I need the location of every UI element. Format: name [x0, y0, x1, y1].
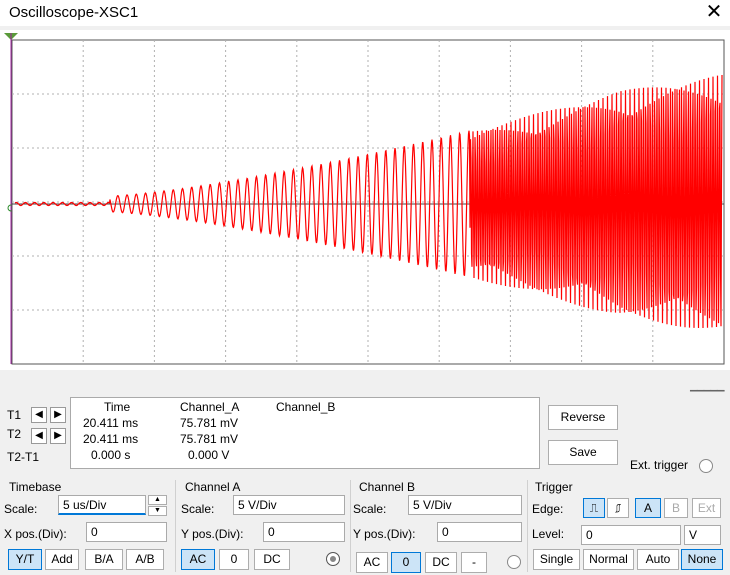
channel-a-ac-button[interactable]: AC [181, 549, 215, 570]
channel-a-scale-input[interactable]: 5 V/Div [233, 495, 345, 515]
timebase-scale-down-icon[interactable]: ▼ [148, 506, 167, 516]
t2-channel-a: 75.781 mV [180, 432, 239, 446]
t1-right-arrow-icon[interactable]: ▶ [50, 407, 66, 423]
t1-time: 20.411 ms [83, 416, 139, 430]
channel-a-zero-button[interactable]: 0 [219, 549, 249, 570]
header-channel-a: Channel_A [180, 400, 240, 414]
save-button[interactable]: Save [548, 440, 618, 465]
channel-b-scale-label: Scale: [353, 502, 387, 516]
ext-trigger-terminal[interactable] [699, 459, 713, 473]
mode-ba-button[interactable]: B/A [85, 549, 123, 570]
trigger-level-label: Level: [532, 527, 565, 541]
scope-display [4, 33, 725, 365]
channel-b-scale-input[interactable]: 5 V/Div [408, 495, 522, 515]
trigger-source-a-button[interactable]: A [635, 498, 661, 518]
trigger-edge-label: Edge: [532, 502, 564, 516]
t1-label: T1 [7, 408, 22, 422]
timebase-scale-label: Scale: [4, 502, 38, 516]
t2-left-arrow-icon[interactable]: ◀ [31, 428, 47, 444]
reverse-button[interactable]: Reverse [548, 405, 618, 430]
mode-yt-button[interactable]: Y/T [8, 549, 42, 570]
timebase-title: Timebase [9, 480, 62, 494]
timebase-scale-up-icon[interactable]: ▲ [148, 495, 167, 505]
header-time: Time [104, 400, 131, 414]
t2-t1-label: T2-T1 [7, 450, 40, 464]
trigger-level-input[interactable]: 0 [581, 525, 681, 545]
trigger-none-button[interactable]: None [681, 549, 723, 570]
t1-left-arrow-icon[interactable]: ◀ [31, 407, 47, 423]
channel-b-negative-button[interactable]: - [461, 552, 487, 573]
channel-b-ypos-input[interactable]: 0 [437, 522, 522, 542]
t2-time: 20.411 ms [83, 432, 139, 446]
trigger-source-b-button[interactable]: B [664, 498, 688, 518]
channel-a-ypos-input[interactable]: 0 [263, 522, 345, 542]
channel-a-scale-label: Scale: [181, 502, 215, 516]
channel-b-terminal[interactable] [507, 555, 521, 569]
channel-b-dc-button[interactable]: DC [425, 552, 457, 573]
delta-channel-a: 0.000 V [188, 448, 230, 462]
cursor-readout-table: Time Channel_A Channel_B 20.411 ms 75.78… [70, 397, 540, 469]
rising-edge-icon[interactable]: ⎍ [583, 498, 605, 518]
channel-a-dc-button[interactable]: DC [254, 549, 290, 570]
timebase-xpos-input[interactable]: 0 [86, 522, 167, 542]
mode-ab-button[interactable]: A/B [126, 549, 164, 570]
channel-a-ypos-label: Y pos.(Div): [181, 527, 244, 541]
panel-resize-handle[interactable]: ▁▁▁▁▁ [690, 381, 724, 392]
falling-edge-icon[interactable]: ⎎ [607, 498, 629, 518]
trigger-level-unit[interactable]: V [684, 525, 721, 545]
t2-right-arrow-icon[interactable]: ▶ [50, 428, 66, 444]
close-icon[interactable]: ✕ [703, 1, 725, 23]
header-channel-b: Channel_B [276, 400, 336, 414]
delta-time: 0.000 s [91, 448, 131, 462]
trigger-single-button[interactable]: Single [533, 549, 580, 570]
channel-a-terminal[interactable] [326, 552, 340, 566]
t2-label: T2 [7, 427, 22, 441]
channel-b-ypos-label: Y pos.(Div): [353, 527, 416, 541]
channel-b-zero-button[interactable]: 0 [391, 552, 421, 573]
trigger-normal-button[interactable]: Normal [583, 549, 634, 570]
trigger-source-ext-button[interactable]: Ext [692, 498, 721, 518]
divider [350, 480, 351, 572]
ext-trigger-label: Ext. trigger [630, 458, 689, 472]
timebase-scale-input[interactable]: 5 us/Div [58, 495, 146, 515]
divider [175, 480, 176, 572]
timebase-xpos-label: X pos.(Div): [4, 527, 67, 541]
channel-b-ac-button[interactable]: AC [356, 552, 388, 573]
trigger-auto-button[interactable]: Auto [637, 549, 679, 570]
channel-b-title: Channel B [359, 480, 416, 494]
mode-add-button[interactable]: Add [45, 549, 79, 570]
channel-a-title: Channel A [185, 480, 241, 494]
t1-channel-a: 75.781 mV [180, 416, 239, 430]
window-title: Oscilloscope-XSC1 [9, 4, 139, 21]
divider [527, 480, 528, 572]
trigger-title: Trigger [535, 480, 573, 494]
